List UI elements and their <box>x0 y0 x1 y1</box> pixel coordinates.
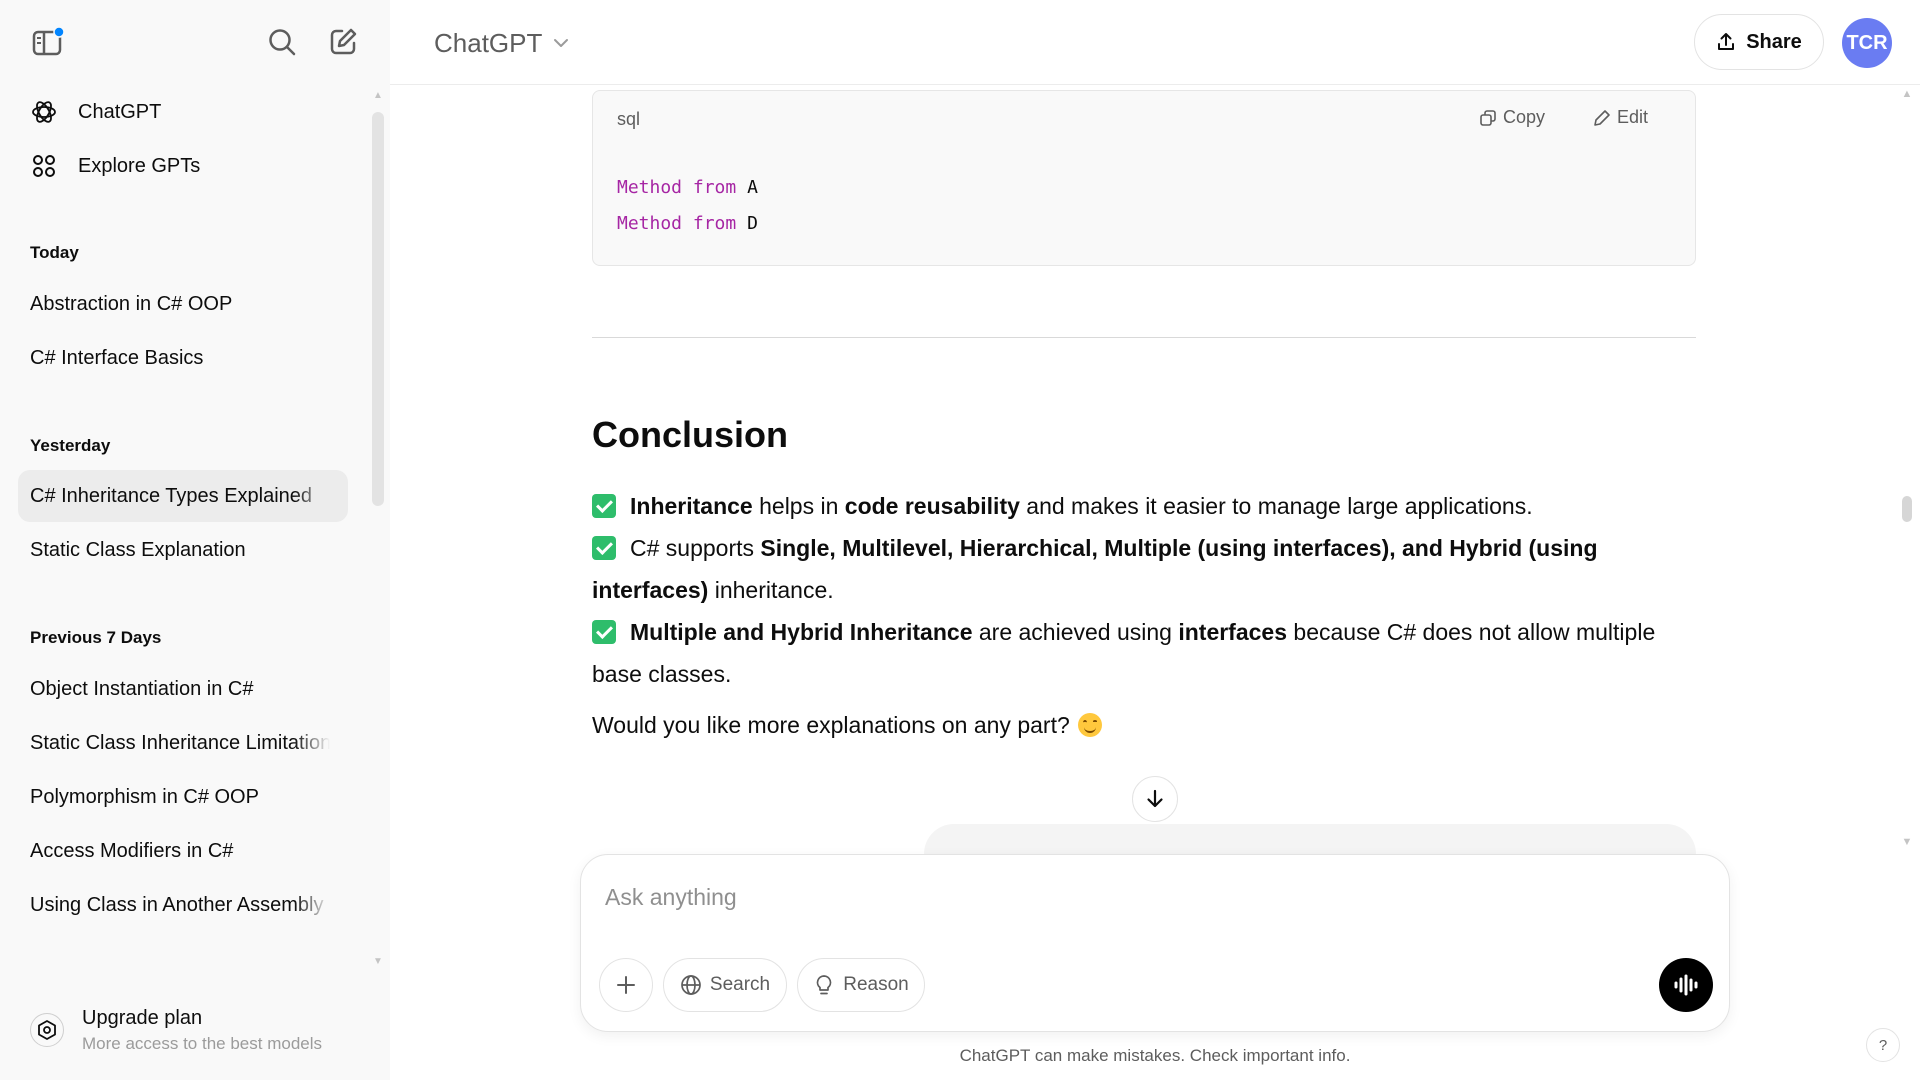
conclusion-heading: Conclusion <box>592 414 788 455</box>
search-label: Search <box>709 974 771 995</box>
copy-label: Copy <box>1503 107 1546 127</box>
conclusion-point: Multiple and Hybrid Inheritance are achi… <box>592 619 1656 687</box>
attach-button[interactable] <box>599 958 653 1012</box>
code-language: sql <box>617 109 641 129</box>
smiling-face-emoji-icon <box>1077 713 1102 737</box>
reason-toggle-button[interactable]: Reason <box>797 958 925 1012</box>
disclaimer: ChatGPT can make mistakes. Check importa… <box>959 1046 1351 1065</box>
arrow-down-icon <box>1147 789 1163 808</box>
search-toggle-button[interactable]: Search <box>663 958 787 1012</box>
chatgpt-logo-icon <box>30 98 58 126</box>
pencil-icon <box>1594 109 1610 126</box>
sidebar-scrollbar[interactable] <box>372 112 384 506</box>
chevron-down-icon <box>552 34 570 52</box>
upgrade-icon <box>30 1013 64 1047</box>
sidebar: ChatGPT Explore GPTs Today Abstraction i… <box>0 0 390 1080</box>
voice-mode-button[interactable] <box>1659 958 1713 1012</box>
chat-item[interactable]: Using Class in Another Assembly <box>18 879 348 931</box>
avatar[interactable]: TCR <box>1842 18 1892 68</box>
chat-item[interactable]: Access Modifiers in C# <box>18 825 348 877</box>
main-scrollbar[interactable] <box>1902 496 1912 522</box>
search-chats-button[interactable] <box>260 20 304 64</box>
edit-code-button[interactable]: Edit <box>1593 107 1648 128</box>
check-mark-icon <box>592 494 616 518</box>
model-name: ChatGPT <box>434 27 543 58</box>
group-label-yesterday: Yesterday <box>30 436 111 455</box>
chat-item[interactable]: Polymorphism in C# OOP <box>18 771 348 823</box>
nav-item-chatgpt[interactable]: ChatGPT <box>18 86 348 138</box>
nav-item-explore-gpts[interactable]: Explore GPTs <box>18 140 348 192</box>
chat-item[interactable]: Static Class Inheritance Limitations <box>18 717 348 769</box>
chat-item[interactable]: Object Instantiation in C# <box>18 663 348 715</box>
share-button[interactable]: Share <box>1694 14 1824 70</box>
code-line: Method from A <box>617 177 758 198</box>
upgrade-title: Upgrade plan <box>82 1006 203 1029</box>
group-label-today: Today <box>30 243 79 262</box>
copy-icon <box>1480 109 1496 126</box>
conclusion-point: C# supports Single, Multilevel, Hierarch… <box>592 535 1598 603</box>
scroll-up-arrow-icon[interactable]: ▲ <box>372 90 384 102</box>
conclusion-point: Inheritance helps in code reusability an… <box>592 485 1696 527</box>
follow-up-question: Would you like more explanations on any … <box>592 704 1696 746</box>
copy-code-button[interactable]: Copy <box>1479 107 1545 128</box>
search-icon <box>269 29 296 56</box>
voice-waveform-icon <box>1674 974 1698 996</box>
nav-item-label: ChatGPT <box>78 100 162 123</box>
lightbulb-icon <box>816 975 832 995</box>
code-line: Method from D <box>617 213 758 234</box>
plus-icon <box>617 976 635 994</box>
main-scroll-up-arrow-icon[interactable]: ▲ <box>1900 88 1914 100</box>
scroll-to-bottom-button[interactable] <box>1132 776 1178 822</box>
notification-dot <box>53 26 65 38</box>
chat-item-active[interactable]: C# Inheritance Types Explained <box>18 470 348 522</box>
check-mark-icon <box>592 620 616 644</box>
help-button[interactable]: ? <box>1866 1028 1900 1062</box>
new-chat-button[interactable] <box>321 20 365 64</box>
sidebar-toggle-icon <box>32 26 65 56</box>
nav-item-label: Explore GPTs <box>78 154 201 177</box>
chat-item[interactable]: C# Interface Basics <box>18 332 348 384</box>
header: ChatGPT Share TCR <box>390 0 1920 85</box>
new-chat-icon <box>330 28 357 55</box>
chat-item[interactable]: Abstraction in C# OOP <box>18 278 348 330</box>
toggle-sidebar-button[interactable] <box>26 20 70 64</box>
code-block: sql Copy Edit Method from A Method from … <box>592 90 1696 266</box>
composer: Search Reason <box>580 854 1730 1032</box>
scroll-down-arrow-icon[interactable]: ▼ <box>372 956 384 968</box>
globe-icon <box>681 975 701 995</box>
divider <box>592 337 1696 338</box>
chat-item[interactable]: Static Class Explanation <box>18 524 348 576</box>
edit-label: Edit <box>1617 107 1649 127</box>
share-icon <box>1718 33 1735 50</box>
model-selector[interactable]: ChatGPT <box>426 22 578 64</box>
share-label: Share <box>1746 30 1802 53</box>
main-scroll-down-arrow-icon[interactable]: ▼ <box>1900 836 1914 848</box>
grid-icon <box>30 152 58 180</box>
prompt-input[interactable] <box>605 879 1605 915</box>
check-mark-icon <box>592 536 616 560</box>
group-label-previous-7-days: Previous 7 Days <box>30 628 162 647</box>
reason-label: Reason <box>843 974 909 995</box>
